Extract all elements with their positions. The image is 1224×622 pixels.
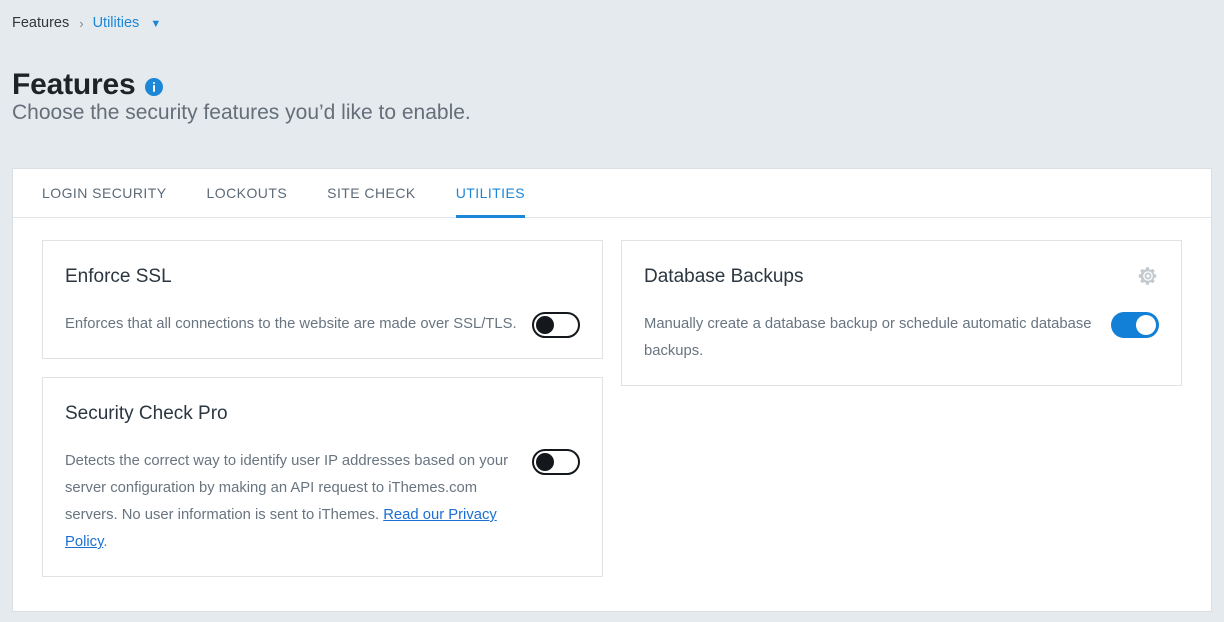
card-body: Manually create a database backup or sch… [644, 311, 1159, 365]
card-title: Enforce SSL [65, 266, 172, 287]
toggle-knob [536, 453, 554, 471]
tab-utilities[interactable]: UTILITIES [455, 169, 526, 218]
toggle-knob [536, 316, 554, 334]
card-body: Detects the correct way to identify user… [65, 448, 580, 556]
tab-bar: LOGIN SECURITY LOCKOUTS SITE CHECK UTILI… [13, 169, 1211, 218]
feature-cards-grid: Enforce SSL Enforces that all connection… [13, 218, 1211, 595]
tab-login-security[interactable]: LOGIN SECURITY [42, 169, 167, 217]
toggle-enforce-ssl[interactable] [532, 312, 580, 338]
card-database-backups: Database Backups Manually create a datab… [621, 240, 1182, 386]
toggle-security-check-pro[interactable] [532, 449, 580, 475]
card-header: Security Check Pro [65, 400, 580, 428]
cards-column-right: Database Backups Manually create a datab… [612, 240, 1182, 595]
tab-label: SITE CHECK [327, 185, 416, 201]
card-body: Enforces that all connections to the web… [65, 311, 580, 338]
tab-site-check[interactable]: SITE CHECK [327, 169, 416, 217]
card-description: Enforces that all connections to the web… [65, 316, 517, 332]
chevron-down-icon[interactable]: ▼ [150, 18, 161, 30]
chevron-right-icon: › [79, 15, 84, 31]
card-security-check-pro: Security Check Pro Detects the correct w… [42, 377, 603, 577]
card-header: Enforce SSL [65, 263, 580, 291]
card-description: Manually create a database backup or sch… [644, 316, 1092, 359]
toggle-database-backups[interactable] [1111, 312, 1159, 338]
card-header: Database Backups [644, 263, 1159, 291]
tab-label: LOGIN SECURITY [42, 185, 167, 201]
card-enforce-ssl: Enforce SSL Enforces that all connection… [42, 240, 603, 359]
features-panel: LOGIN SECURITY LOCKOUTS SITE CHECK UTILI… [12, 168, 1212, 612]
toggle-knob [1136, 315, 1156, 335]
breadcrumb: Features › Utilities ▼ [12, 12, 161, 34]
gear-icon[interactable] [1137, 265, 1159, 287]
breadcrumb-item-utilities[interactable]: Utilities [93, 15, 140, 31]
breadcrumb-item-features[interactable]: Features [12, 15, 69, 31]
card-title: Database Backups [644, 266, 804, 287]
card-title: Security Check Pro [65, 403, 228, 424]
card-description: Detects the correct way to identify user… [65, 448, 531, 556]
tab-label: LOCKOUTS [206, 185, 288, 201]
cards-column-left: Enforce SSL Enforces that all connection… [42, 240, 612, 595]
tab-lockouts[interactable]: LOCKOUTS [207, 169, 288, 217]
tab-label: UTILITIES [455, 185, 526, 201]
card-description-period: . [103, 534, 108, 550]
info-icon[interactable] [145, 78, 164, 97]
page-subtitle: Choose the security features you’d like … [12, 101, 471, 124]
